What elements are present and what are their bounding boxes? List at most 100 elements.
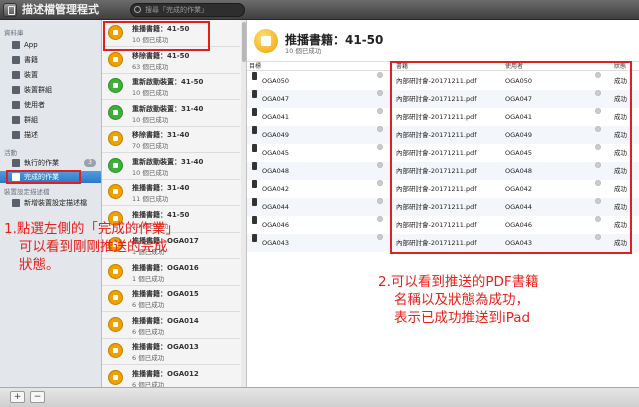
device-group-icon [12,86,20,94]
add-button[interactable]: + [10,391,25,403]
info-dot-icon [377,108,383,114]
book-icon [252,144,257,152]
cell-device: OGA046 [262,221,290,229]
highlight-first-job [103,21,210,51]
sidebar-item-device-groups[interactable]: 裝置群組 [0,84,101,96]
job-list-item[interactable]: 推播書籍：31-40 11 個已成功 [102,179,240,206]
running-jobs-badge: 3 [84,159,96,167]
sidebar-item-app[interactable]: App [0,39,101,51]
books-icon [12,56,20,64]
job-list-item[interactable]: 重新啟動裝置：31-40 10 個已成功 [102,153,240,180]
job-status-icon [108,316,123,332]
job-title: 重新啟動裝置：41-50 [132,78,204,86]
app-icon [12,41,20,49]
info-dot-icon [377,90,383,96]
highlight-result-table [390,61,632,254]
job-status: 11 個已成功 [132,195,169,203]
job-list-item[interactable]: 推播書籍：OGA012 6 個已成功 [102,365,240,387]
sidebar-item-users[interactable]: 使用者 [0,99,101,111]
search-input[interactable]: 搜尋「完成的作業」 [130,3,245,17]
app-title: 描述檔管理程式 [22,3,99,16]
info-dot-icon [377,72,383,78]
device-icon [12,71,20,79]
job-list-scroll-thumb[interactable] [242,22,246,62]
job-status: 70 個已成功 [132,142,169,150]
cell-device: OGA042 [262,185,290,193]
info-dot-icon [377,216,383,222]
info-dot-icon [377,198,383,204]
job-title: 推播書籍：31-40 [132,184,190,192]
highlight-completed-jobs [6,170,81,184]
group-icon [12,116,20,124]
config-icon [12,199,20,207]
bottom-bar: + − [0,387,639,407]
job-status: 6 個已成功 [132,354,165,362]
job-title: 移除書籍：41-50 [132,51,190,60]
book-icon [252,162,257,170]
job-status-icon [108,131,123,146]
job-status: 10 個已成功 [132,115,169,124]
cell-device: OGA047 [262,95,290,103]
cell-device: OGA044 [262,203,290,211]
job-status: 6 個已成功 [132,327,165,336]
sidebar: 資料庫 App 書籍 裝置 裝置群組 使用者 群組 描述 活動 執行的作業 3 完… [0,20,102,387]
remove-button[interactable]: − [30,391,45,403]
sidebar-item-devices[interactable]: 裝置 [0,69,101,81]
sidebar-item-running-jobs[interactable]: 執行的作業 3 [0,157,101,169]
job-title: 推播書籍：OGA015 [132,290,199,298]
user-icon [12,101,20,109]
info-dot-icon [377,234,383,240]
job-status-icon [108,343,123,358]
column-device[interactable]: 目標 [249,62,261,71]
cell-device: OGA050 [262,77,290,85]
info-dot-icon [377,180,383,186]
job-list-item[interactable]: 重新啟動裝置：31-40 10 個已成功 [102,100,240,127]
sidebar-item-new-config[interactable]: 新增裝置設定描述檔 [0,197,101,209]
book-icon [252,72,257,80]
job-list: 推播書籍：41-50 10 個已成功 移除書籍：41-50 63 個已成功重新啟動裝置… [102,20,247,387]
cell-device: OGA043 [262,239,290,247]
cell-device: OGA045 [262,149,290,157]
job-list-item[interactable]: 重新啟動裝置：41-50 10 個已成功 [102,73,240,100]
job-title: 推播書籍：OGA014 [132,316,199,325]
search-icon [134,6,141,13]
detail-subtitle: 10 個已成功 [285,47,322,55]
job-title: 推播書籍：OGA012 [132,369,199,378]
sidebar-item-groups[interactable]: 群組 [0,114,101,126]
book-icon [252,234,257,242]
annotation-step-2: 2.可以看到推送的PDF書籍 名稱以及狀態為成功， 表示已成功推送到iPad [378,274,539,326]
job-list-item[interactable]: 移除書籍：31-40 70 個已成功 [102,126,240,153]
job-list-item[interactable]: 推播書籍：OGA014 6 個已成功 [102,312,240,339]
job-status-icon [108,290,123,305]
book-icon [252,180,257,188]
job-title: 移除書籍：31-40 [132,131,190,139]
sidebar-section-library: 資料庫 [4,29,24,37]
job-status-icon [108,184,123,199]
sidebar-section-activity: 活動 [4,149,17,157]
sidebar-section-device-config: 裝置設定描述檔 [4,188,50,196]
job-list-item[interactable]: 推播書籍：OGA015 6 個已成功 [102,285,240,312]
job-status-icon [108,78,123,93]
job-status-icon [108,369,123,385]
job-status: 10 個已成功 [132,89,169,97]
job-title: 重新啟動裝置：31-40 [132,157,204,166]
job-list-item[interactable]: 推播書籍：OGA013 6 個已成功 [102,338,240,365]
sidebar-item-profiles[interactable]: 描述 [0,129,101,141]
job-title: 重新啟動裝置：31-40 [132,104,204,113]
cell-device: OGA041 [262,113,290,121]
cell-device: OGA048 [262,167,290,175]
info-dot-icon [377,162,383,168]
job-status: 6 個已成功 [132,301,165,309]
sidebar-item-books[interactable]: 書籍 [0,54,101,66]
job-status: 1 個已成功 [132,274,165,283]
book-icon [252,126,257,134]
app-logo-icon [3,3,17,17]
title-bar: 描述檔管理程式 搜尋「完成的作業」 [0,0,639,20]
job-title: 推播書籍：41-50 [132,210,190,219]
info-dot-icon [377,126,383,132]
cell-device: OGA049 [262,131,290,139]
annotation-step-1: 1.點選左側的「完成的作業」 可以看到剛剛推送的完成 狀態。 [4,221,179,273]
book-icon [252,216,257,224]
job-title: 推播書籍：OGA013 [132,343,199,351]
job-status: 63 個已成功 [132,62,169,71]
